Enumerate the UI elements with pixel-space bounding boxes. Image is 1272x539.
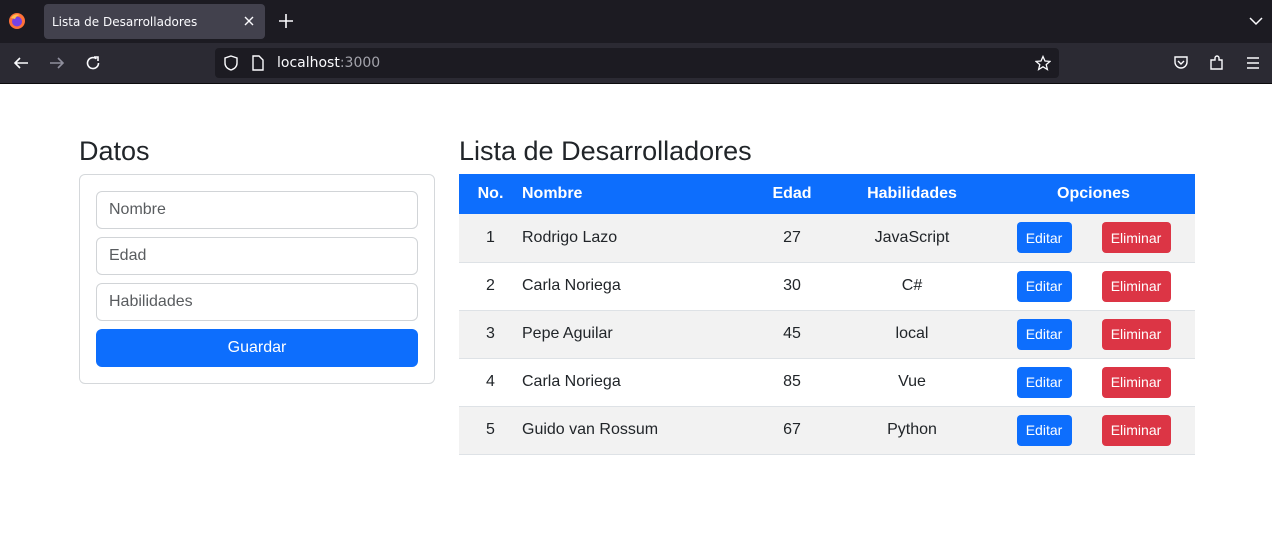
delete-button[interactable]: Eliminar — [1101, 222, 1171, 254]
developers-table: No. Nombre Edad Habilidades Opciones 1 R… — [459, 174, 1195, 455]
table-row: 5 Guido van Rossum 67 Python Editar Elimi… — [459, 406, 1195, 455]
row-age: 45 — [752, 310, 832, 359]
table-row: 3 Pepe Aguilar 45 local Editar Eliminar — [459, 310, 1195, 359]
browser-nav-bar: localhost:3000 — [0, 43, 1272, 84]
edit-button[interactable]: Editar — [1016, 270, 1072, 302]
firefox-logo-icon — [9, 13, 25, 29]
table-row: 1 Rodrigo Lazo 27 JavaScript Editar Elimi… — [459, 214, 1195, 263]
row-no: 5 — [459, 406, 522, 455]
form-section: Datos Guardar — [79, 135, 435, 384]
pocket-icon[interactable] — [1172, 54, 1190, 72]
url-port: :3000 — [339, 55, 381, 71]
delete-button[interactable]: Eliminar — [1101, 366, 1171, 398]
table-header-row: No. Nombre Edad Habilidades Opciones — [459, 174, 1195, 214]
row-age: 67 — [752, 406, 832, 455]
delete-button[interactable]: Eliminar — [1101, 318, 1171, 350]
edit-button[interactable]: Editar — [1016, 222, 1072, 254]
row-age: 27 — [752, 214, 832, 263]
row-skills: C# — [832, 262, 992, 311]
url-text: localhost:3000 — [277, 55, 380, 71]
new-tab-plus-icon[interactable] — [277, 12, 295, 30]
header-no: No. — [477, 185, 504, 202]
row-skills: Python — [832, 406, 992, 455]
list-heading: Lista de Desarrolladores — [459, 136, 752, 166]
skills-input[interactable] — [96, 283, 418, 321]
address-bar[interactable]: localhost:3000 — [215, 48, 1059, 78]
row-options: Editar Eliminar — [992, 358, 1195, 407]
reload-icon[interactable] — [84, 54, 102, 72]
edit-button[interactable]: Editar — [1016, 414, 1072, 446]
forward-arrow-icon[interactable] — [48, 54, 66, 72]
row-name: Carla Noriega — [522, 358, 752, 407]
age-input[interactable] — [96, 237, 418, 275]
browser-tab-bar: Lista de Desarrolladores — [0, 0, 1272, 43]
delete-button[interactable]: Eliminar — [1101, 270, 1171, 302]
header-options: Opciones — [1057, 185, 1130, 202]
form-heading: Datos — [79, 136, 150, 166]
chevron-down-icon[interactable] — [1248, 13, 1264, 29]
row-options: Editar Eliminar — [992, 310, 1195, 359]
hamburger-menu-icon[interactable] — [1244, 54, 1262, 72]
delete-button[interactable]: Eliminar — [1101, 414, 1171, 446]
row-no: 2 — [459, 262, 522, 311]
row-name: Guido van Rossum — [522, 406, 752, 455]
row-options: Editar Eliminar — [992, 262, 1195, 311]
close-tab-icon[interactable] — [241, 11, 257, 31]
header-name: Nombre — [522, 185, 583, 202]
row-no: 1 — [459, 214, 522, 263]
row-name: Rodrigo Lazo — [522, 214, 752, 263]
header-skills: Habilidades — [867, 185, 957, 202]
save-button[interactable]: Guardar — [96, 329, 418, 367]
browser-tab-active[interactable]: Lista de Desarrolladores — [44, 4, 265, 39]
row-skills: Vue — [832, 358, 992, 407]
name-input[interactable] — [96, 191, 418, 229]
row-skills: local — [832, 310, 992, 359]
row-name: Carla Noriega — [522, 262, 752, 311]
edit-button[interactable]: Editar — [1016, 318, 1072, 350]
table-row: 4 Carla Noriega 85 Vue Editar Eliminar — [459, 358, 1195, 407]
form-card: Guardar — [79, 174, 435, 384]
shield-icon[interactable] — [223, 55, 239, 71]
extensions-icon[interactable] — [1208, 54, 1226, 72]
row-age: 30 — [752, 262, 832, 311]
row-age: 85 — [752, 358, 832, 407]
table-row: 2 Carla Noriega 30 C# Editar Eliminar — [459, 262, 1195, 311]
edit-button[interactable]: Editar — [1016, 366, 1072, 398]
developers-list-section: Lista de Desarrolladores No. Nombre Edad… — [459, 135, 1195, 455]
row-no: 3 — [459, 310, 522, 359]
row-name: Pepe Aguilar — [522, 310, 752, 359]
tab-title: Lista de Desarrolladores — [52, 15, 198, 29]
row-options: Editar Eliminar — [992, 214, 1195, 263]
url-host: localhost — [277, 55, 340, 71]
back-arrow-icon[interactable] — [12, 54, 30, 72]
header-age: Edad — [772, 185, 812, 202]
row-options: Editar Eliminar — [992, 406, 1195, 455]
bookmark-star-icon[interactable] — [1035, 55, 1051, 71]
row-no: 4 — [459, 358, 522, 407]
page-icon[interactable] — [251, 55, 265, 71]
row-skills: JavaScript — [832, 214, 992, 263]
